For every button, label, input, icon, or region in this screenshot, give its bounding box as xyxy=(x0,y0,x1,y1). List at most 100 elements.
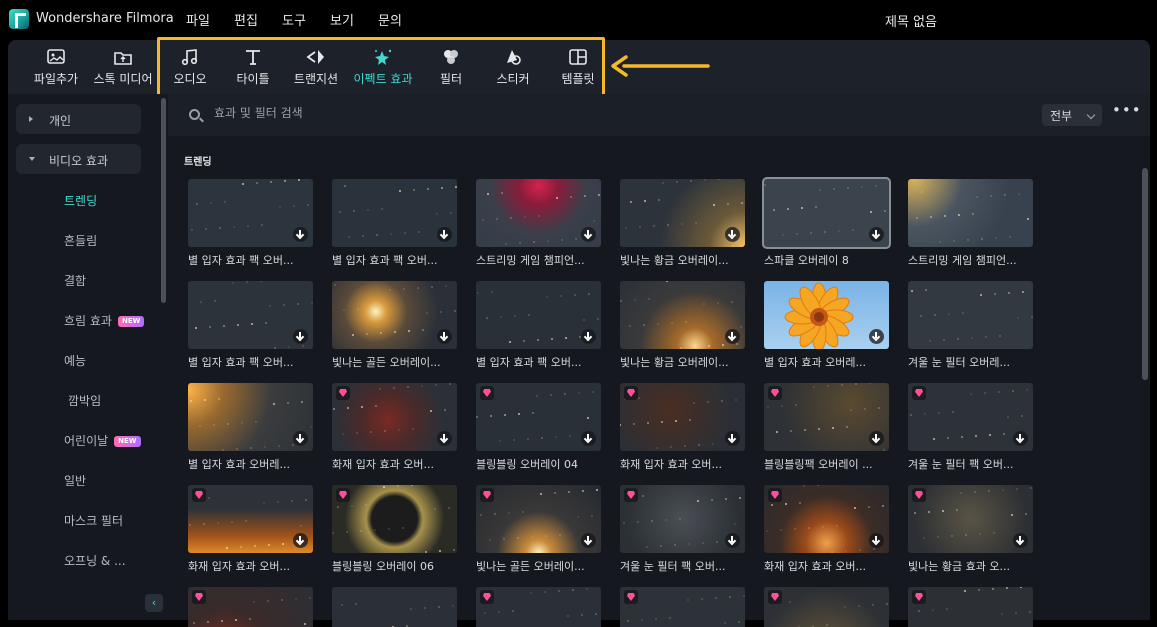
effect-card-label: 블링블링팩 오버레이 ... xyxy=(764,458,873,471)
premium-gem-icon xyxy=(912,488,926,502)
effect-thumbnail[interactable] xyxy=(908,485,1033,553)
sidebar-item-opening[interactable]: 오프닝 & ... xyxy=(64,552,126,569)
download-icon[interactable] xyxy=(581,533,596,548)
caret-down-icon xyxy=(29,157,35,161)
download-icon[interactable] xyxy=(581,227,596,242)
download-icon[interactable] xyxy=(293,227,308,242)
menu-file[interactable]: 파일 xyxy=(186,10,234,29)
effect-thumbnail[interactable] xyxy=(908,179,1033,247)
download-icon[interactable] xyxy=(437,431,452,446)
effect-card-label: 블링블링 오버레이 06 xyxy=(332,560,434,573)
grid-scrollbar[interactable] xyxy=(1142,168,1148,380)
effect-thumbnail[interactable] xyxy=(476,281,601,349)
effect-thumbnail[interactable] xyxy=(188,281,313,349)
collapse-sidebar-button[interactable]: ‹ xyxy=(145,594,163,612)
sidebar-item-trending[interactable]: 트렌딩 xyxy=(64,192,97,209)
effect-thumbnail[interactable] xyxy=(188,485,313,553)
particles-image xyxy=(918,587,1031,615)
effect-thumbnail[interactable] xyxy=(332,281,457,349)
import-file-icon xyxy=(47,49,65,64)
effect-thumbnail[interactable] xyxy=(908,383,1033,451)
app-name: Wondershare Filmora xyxy=(36,11,174,26)
sidebar-item-personal[interactable]: 개인 xyxy=(16,104,141,134)
filter-dropdown[interactable]: 전부 xyxy=(1042,104,1102,126)
effect-thumbnail[interactable] xyxy=(332,179,457,247)
download-icon[interactable] xyxy=(869,329,884,344)
download-icon[interactable] xyxy=(725,329,740,344)
sidebar-item-shake[interactable]: 흔들림 xyxy=(64,232,97,249)
sidebar-item-variety[interactable]: 예능 xyxy=(64,352,86,369)
effect-thumbnail[interactable] xyxy=(620,485,745,553)
effect-thumbnail[interactable] xyxy=(476,383,601,451)
menu-edit[interactable]: 편집 xyxy=(234,10,282,29)
effect-thumbnail[interactable] xyxy=(332,587,457,627)
search-input[interactable] xyxy=(214,106,814,120)
sidebar-item-blur[interactable]: 흐림 효과 NEW xyxy=(64,312,145,329)
effect-thumbnail[interactable] xyxy=(764,485,889,553)
particles-image xyxy=(627,594,745,624)
download-icon[interactable] xyxy=(1013,431,1028,446)
tool-import[interactable]: 파일추가 xyxy=(30,48,82,87)
sidebar-item-mask-filter[interactable]: 마스크 필터 xyxy=(64,512,123,529)
menu-bar: 파일 편집 도구 보기 문의 xyxy=(186,10,426,29)
effect-card-label: 빛나는 황금 오버레이... xyxy=(620,254,729,267)
sidebar-item-glitch[interactable]: 결함 xyxy=(64,272,86,289)
sidebar-item-label: 비디오 효과 xyxy=(49,154,109,168)
premium-gem-icon xyxy=(912,386,926,400)
download-icon[interactable] xyxy=(293,533,308,548)
effect-thumbnail[interactable] xyxy=(188,587,313,627)
download-icon[interactable] xyxy=(869,431,884,446)
effect-thumbnail[interactable] xyxy=(188,383,313,451)
caret-right-icon xyxy=(29,116,33,122)
new-badge: NEW xyxy=(114,436,141,447)
effect-thumbnail[interactable] xyxy=(332,485,457,553)
effect-thumbnail[interactable] xyxy=(476,587,601,627)
sidebar-item-general[interactable]: 일반 xyxy=(64,472,86,489)
effect-thumbnail[interactable] xyxy=(476,485,601,553)
chevron-down-icon xyxy=(1086,110,1096,120)
download-icon[interactable] xyxy=(293,431,308,446)
download-icon[interactable] xyxy=(869,227,884,242)
filter-dropdown-value: 전부 xyxy=(1050,109,1073,123)
effect-card-label: 빛나는 골든 오버레이... xyxy=(332,356,441,369)
download-icon[interactable] xyxy=(437,329,452,344)
sidebar-item-flicker[interactable]: 깜박임 xyxy=(68,392,101,409)
menu-view[interactable]: 보기 xyxy=(330,10,378,29)
tool-stock-media[interactable]: 스톡 미디어 xyxy=(90,48,156,87)
download-icon[interactable] xyxy=(581,431,596,446)
effect-card-label: 스파클 오버레이 8 xyxy=(764,254,849,267)
sidebar-scrollbar[interactable] xyxy=(161,98,166,303)
sidebar-item-childrens-day[interactable]: 어린이날 NEW xyxy=(64,432,141,449)
effect-thumbnail[interactable] xyxy=(764,179,889,247)
download-icon[interactable] xyxy=(725,431,740,446)
download-icon[interactable] xyxy=(437,227,452,242)
download-icon[interactable] xyxy=(725,227,740,242)
effect-thumbnail[interactable] xyxy=(476,179,601,247)
effect-thumbnail[interactable] xyxy=(620,383,745,451)
particles-image xyxy=(775,601,888,627)
effect-thumbnail[interactable] xyxy=(764,383,889,451)
document-title: 제목 없음 xyxy=(885,15,937,30)
premium-gem-icon xyxy=(768,488,782,502)
effect-thumbnail[interactable] xyxy=(332,383,457,451)
effect-thumbnail[interactable] xyxy=(908,281,1033,349)
download-icon[interactable] xyxy=(869,533,884,548)
effect-thumbnail[interactable] xyxy=(764,587,889,627)
download-icon[interactable] xyxy=(1013,533,1028,548)
premium-gem-icon xyxy=(624,488,638,502)
effect-thumbnail[interactable] xyxy=(764,281,889,349)
effect-thumbnail[interactable] xyxy=(620,281,745,349)
menu-help[interactable]: 문의 xyxy=(378,10,426,29)
menu-tools[interactable]: 도구 xyxy=(282,10,330,29)
search-bar: 전부 ••• xyxy=(168,94,1150,136)
download-icon[interactable] xyxy=(293,329,308,344)
sidebar-item-video-effects[interactable]: 비디오 효과 xyxy=(16,144,141,174)
download-icon[interactable] xyxy=(581,329,596,344)
effect-thumbnail[interactable] xyxy=(620,179,745,247)
more-options-button[interactable]: ••• xyxy=(1112,103,1141,122)
download-icon[interactable] xyxy=(725,533,740,548)
section-title: 트렌딩 xyxy=(184,157,212,168)
effect-thumbnail[interactable] xyxy=(908,587,1033,627)
effect-thumbnail[interactable] xyxy=(620,587,745,627)
effect-thumbnail[interactable] xyxy=(188,179,313,247)
